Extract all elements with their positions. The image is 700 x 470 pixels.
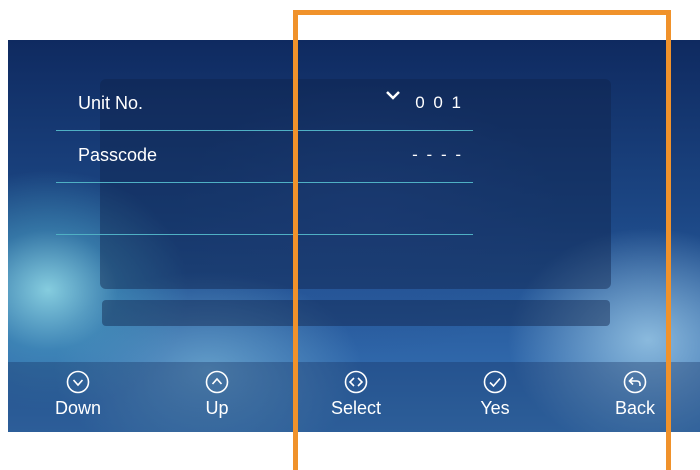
back-button-label: Back (614, 398, 656, 418)
circle-chevron-down-icon (66, 370, 90, 394)
status-bar (102, 300, 610, 326)
circle-back-arrow-icon (623, 370, 647, 394)
unit-number-value[interactable]: 0 0 1 (415, 93, 463, 113)
yes-button[interactable]: Yes (460, 370, 530, 432)
back-button[interactable]: Back (600, 370, 670, 432)
down-button[interactable]: Down (43, 370, 113, 432)
bottom-navigation-bar: Down Up Select Yes Back (8, 362, 700, 432)
passcode-label: Passcode (78, 145, 158, 165)
yes-button-label: Yes (480, 398, 510, 418)
passcode-row[interactable]: Passcode - - - - (56, 131, 473, 183)
circle-left-right-icon (344, 370, 368, 394)
select-button-label: Select (330, 398, 382, 418)
select-button[interactable]: Select (321, 370, 391, 432)
circle-chevron-up-icon (205, 370, 229, 394)
up-button-label: Up (205, 398, 229, 418)
passcode-value[interactable]: - - - - (412, 145, 463, 165)
chevron-down-icon (386, 90, 400, 100)
empty-row (56, 183, 473, 235)
unit-number-label: Unit No. (78, 93, 144, 113)
up-button[interactable]: Up (182, 370, 252, 432)
circle-check-icon (483, 370, 507, 394)
row-divider (56, 234, 473, 235)
unit-number-row[interactable]: Unit No. 0 0 1 (56, 79, 473, 131)
intercom-screen: Unit No. 0 0 1 Passcode - - - - Down Up (8, 40, 700, 432)
down-button-label: Down (54, 398, 102, 418)
